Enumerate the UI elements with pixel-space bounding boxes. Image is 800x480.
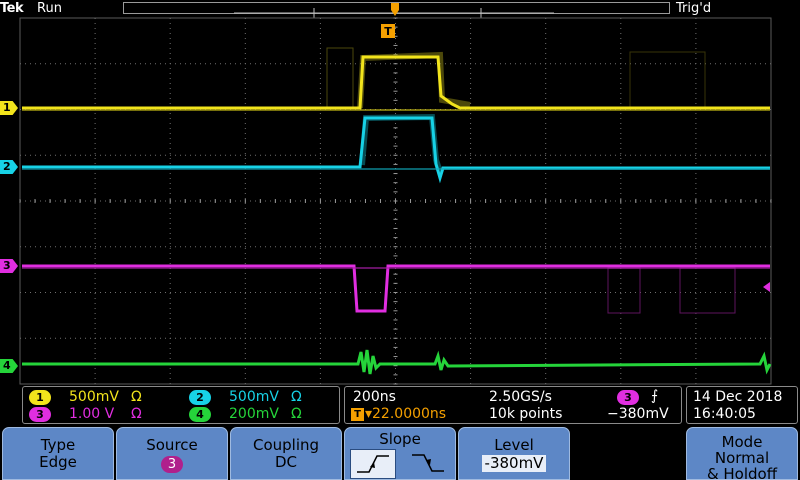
ch3-scale: 1.00 V xyxy=(69,406,115,422)
source-softkey[interactable]: Source 3 xyxy=(116,427,228,480)
trigger-source-badge: 3 xyxy=(617,390,639,405)
mode-label: Mode xyxy=(721,433,763,451)
slope-softkey[interactable]: Slope xyxy=(344,427,456,480)
trigger-level-marker[interactable] xyxy=(763,282,770,292)
mode-value-line2: & Holdoff xyxy=(706,465,778,480)
ch4-scale: 200mV xyxy=(229,406,279,422)
level-label: Level xyxy=(494,436,534,454)
trigger-level-readout: −380mV xyxy=(607,406,669,422)
ch3-termination: Ω xyxy=(131,406,142,422)
ch2-termination: Ω xyxy=(291,389,302,405)
coupling-value: DC xyxy=(274,453,298,471)
ch2-badge: 2 xyxy=(189,390,211,405)
falling-edge-option[interactable] xyxy=(405,449,451,479)
channel-readout-panel[interactable]: 1 500mV Ω 2 500mV Ω 3 1.00 V Ω 4 200mV Ω xyxy=(22,386,340,424)
graticule xyxy=(19,17,772,385)
trigger-position-marker[interactable]: T xyxy=(381,3,399,38)
trigger-slope-icon: ⨍ xyxy=(651,388,659,404)
type-softkey[interactable]: Type Edge xyxy=(2,427,114,480)
waveform-display[interactable]: T xyxy=(0,0,800,390)
type-value: Edge xyxy=(39,453,77,471)
ch2-scale: 500mV xyxy=(229,389,279,405)
timebase-readout-panel[interactable]: 200ns 2.50GS/s 3 ⨍ T ▾22.0000ns 10k poin… xyxy=(344,386,682,424)
source-label: Source xyxy=(146,436,198,454)
mode-softkey[interactable]: Mode Normal & Holdoff xyxy=(686,427,798,480)
sample-rate: 2.50GS/s xyxy=(489,389,552,405)
ch4-termination: Ω xyxy=(291,406,302,422)
ch1-scale: 500mV xyxy=(69,389,119,405)
rising-edge-icon xyxy=(357,455,389,473)
type-label: Type xyxy=(40,436,76,454)
ch1-termination: Ω xyxy=(131,389,142,405)
trigger-marker-label: T xyxy=(384,25,392,38)
horizontal-position: ▾22.0000ns xyxy=(365,406,447,422)
datetime-panel[interactable]: 14 Dec 2018 16:40:05 xyxy=(686,386,798,424)
ch3-badge: 3 xyxy=(29,407,51,422)
record-length: 10k points xyxy=(489,406,563,422)
source-value: 3 xyxy=(160,456,184,473)
time-per-div: 200ns xyxy=(353,389,396,405)
ch2-waveform xyxy=(22,113,770,184)
rising-edge-option[interactable] xyxy=(350,449,396,479)
coupling-label: Coupling xyxy=(252,436,320,454)
coupling-softkey[interactable]: Coupling DC xyxy=(230,427,342,480)
slope-label: Slope xyxy=(379,430,421,448)
level-value: -380mV xyxy=(481,455,547,472)
ch1-badge: 1 xyxy=(29,390,51,405)
mode-value-line1: Normal xyxy=(714,449,770,467)
time-readout: 16:40:05 xyxy=(693,406,756,422)
level-softkey[interactable]: Level -380mV xyxy=(458,427,570,480)
horizontal-position-icon: T xyxy=(351,408,364,421)
falling-edge-icon xyxy=(412,454,444,472)
date-readout: 14 Dec 2018 xyxy=(693,389,783,405)
ch4-badge: 4 xyxy=(189,407,211,422)
